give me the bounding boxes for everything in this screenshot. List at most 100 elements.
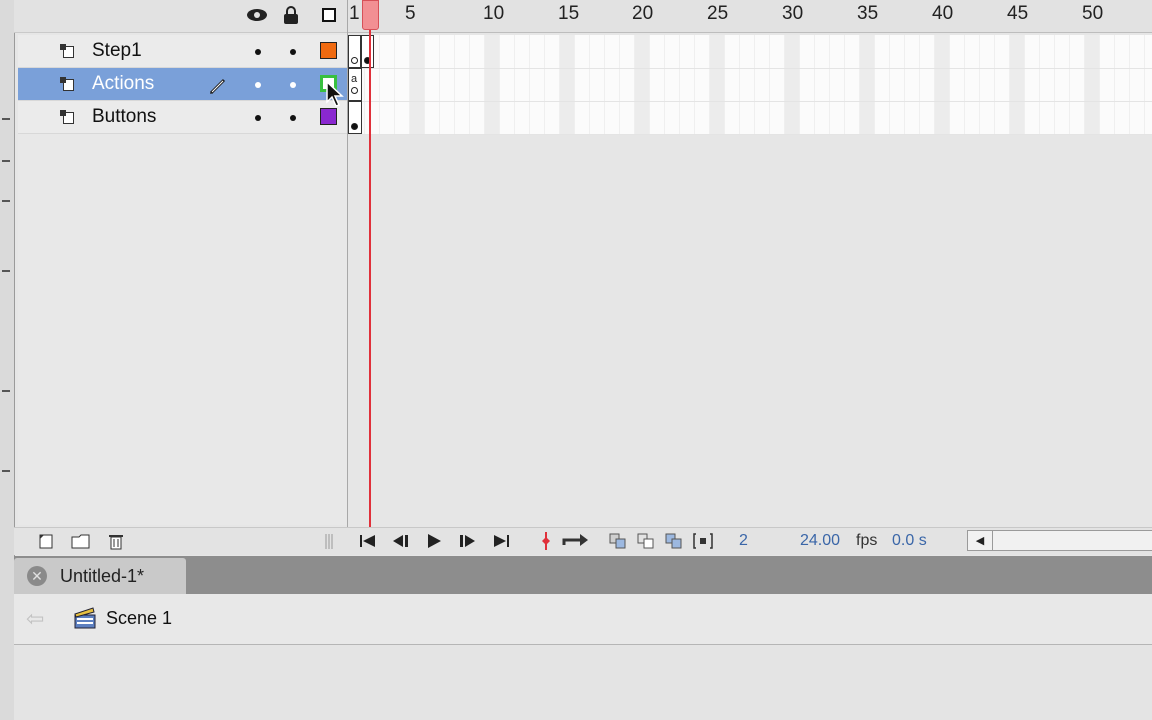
frame-gridline [919, 35, 920, 135]
ruler-label: 30 [782, 3, 804, 24]
left-panel-edge [0, 0, 15, 720]
frame-gridline [529, 35, 530, 135]
lock-icon[interactable] [280, 4, 302, 26]
ruler-label: 25 [707, 3, 729, 24]
layer-icon [60, 77, 76, 93]
frame-rate[interactable]: 24.00 [800, 531, 840, 551]
frame-gridline [994, 35, 995, 135]
center-frame-icon[interactable] [538, 531, 554, 551]
frame-gridline [589, 35, 590, 135]
frame-gridline [1009, 35, 1010, 135]
play-icon[interactable] [423, 531, 445, 551]
loop-icon[interactable] [560, 531, 590, 551]
frame-gridline [754, 35, 755, 135]
edit-bar: ⇦ Scene 1 [14, 594, 1152, 645]
frame-band [934, 35, 949, 135]
keyframes: a [348, 35, 378, 135]
frame-gridline [889, 35, 890, 135]
layer-row-step1[interactable]: Step1 [18, 35, 347, 68]
scene-label[interactable]: Scene 1 [106, 608, 172, 629]
frame-gridline [424, 35, 425, 135]
document-tab[interactable]: ✕ Untitled-1* [14, 558, 186, 594]
scene-icon[interactable] [72, 605, 98, 631]
visibility-toggle[interactable] [255, 115, 261, 121]
ruler-label: 45 [1007, 3, 1029, 24]
frame-gridline [1144, 35, 1145, 135]
frame-gridline [514, 35, 515, 135]
frame-gridline [454, 35, 455, 135]
ruler-label: 5 [405, 3, 416, 24]
frame-band [484, 35, 499, 135]
frames-grid[interactable] [347, 35, 1152, 135]
step-back-icon[interactable] [390, 531, 412, 551]
frame-gridline [1129, 35, 1130, 135]
frame-gridline [604, 35, 605, 135]
frame-ruler[interactable]: 1 5 10 15 20 25 30 35 40 45 50 [347, 0, 1152, 33]
ruler-label: 20 [632, 3, 654, 24]
trash-icon[interactable] [106, 531, 126, 551]
layer-list: Step1 Actions Buttons [18, 35, 347, 525]
frame-gridline [634, 35, 635, 135]
frame-gridline [679, 35, 680, 135]
frame-band [1084, 35, 1099, 135]
row-gridline [347, 101, 1152, 102]
frame-gridline [649, 35, 650, 135]
lock-toggle[interactable] [290, 82, 296, 88]
frame-gridline [559, 35, 560, 135]
back-arrow-icon[interactable]: ⇦ [26, 606, 44, 632]
playhead[interactable] [362, 0, 379, 30]
ruler-label: 15 [558, 3, 580, 24]
timeline-scrollbar[interactable]: ◀ [967, 530, 1152, 551]
lock-toggle[interactable] [290, 115, 296, 121]
outline-square-icon[interactable] [318, 4, 340, 26]
onion-outlines-icon[interactable] [636, 531, 656, 551]
layer-row-actions[interactable]: Actions [18, 68, 347, 101]
frame-gridline [1084, 35, 1085, 135]
new-layer-icon[interactable] [36, 531, 56, 551]
frame-gridline [1039, 35, 1040, 135]
frame-gridline [724, 35, 725, 135]
frame-gridline [964, 35, 965, 135]
frame-gridline [1114, 35, 1115, 135]
frame-gridline [739, 35, 740, 135]
frame-gridline [904, 35, 905, 135]
resize-handle-icon[interactable] [324, 531, 334, 551]
new-folder-icon[interactable] [70, 531, 92, 551]
layer-row-buttons[interactable]: Buttons [18, 101, 347, 134]
stage-area[interactable] [14, 645, 1152, 720]
scroll-left-icon[interactable]: ◀ [968, 531, 993, 550]
last-frame-icon[interactable] [491, 531, 513, 551]
first-frame-icon[interactable] [357, 531, 379, 551]
modify-markers-icon[interactable] [692, 531, 714, 551]
keyframe[interactable] [348, 101, 362, 134]
timeline-divider[interactable] [347, 0, 348, 527]
eye-icon[interactable] [246, 4, 268, 26]
ruler-label: 1 [349, 3, 360, 24]
keyframe-empty[interactable] [348, 35, 361, 68]
visibility-toggle[interactable] [255, 49, 261, 55]
outline-color-swatch[interactable] [320, 42, 337, 59]
frame-gridline [619, 35, 620, 135]
current-frame[interactable]: 2 [739, 531, 748, 551]
frame-band [1009, 35, 1024, 135]
step-forward-icon[interactable] [457, 531, 479, 551]
onion-skin-icon[interactable] [608, 531, 628, 551]
keyframe[interactable] [361, 35, 374, 68]
edit-multiple-frames-icon[interactable] [664, 531, 684, 551]
visibility-toggle[interactable] [255, 82, 261, 88]
frame-gridline [439, 35, 440, 135]
frame-gridline [1069, 35, 1070, 135]
layer-icon [60, 44, 76, 60]
frame-gridline [394, 35, 395, 135]
frame-gridline [814, 35, 815, 135]
close-icon[interactable]: ✕ [27, 566, 47, 586]
playhead-line [369, 0, 371, 527]
frame-rate-unit: fps [856, 532, 878, 549]
lock-toggle[interactable] [290, 49, 296, 55]
outline-color-swatch[interactable] [320, 108, 337, 125]
keyframe-action[interactable]: a [348, 68, 362, 101]
ruler-label: 35 [857, 3, 879, 24]
frame-band [559, 35, 574, 135]
frame-gridline [1024, 35, 1025, 135]
frame-gridline [844, 35, 845, 135]
